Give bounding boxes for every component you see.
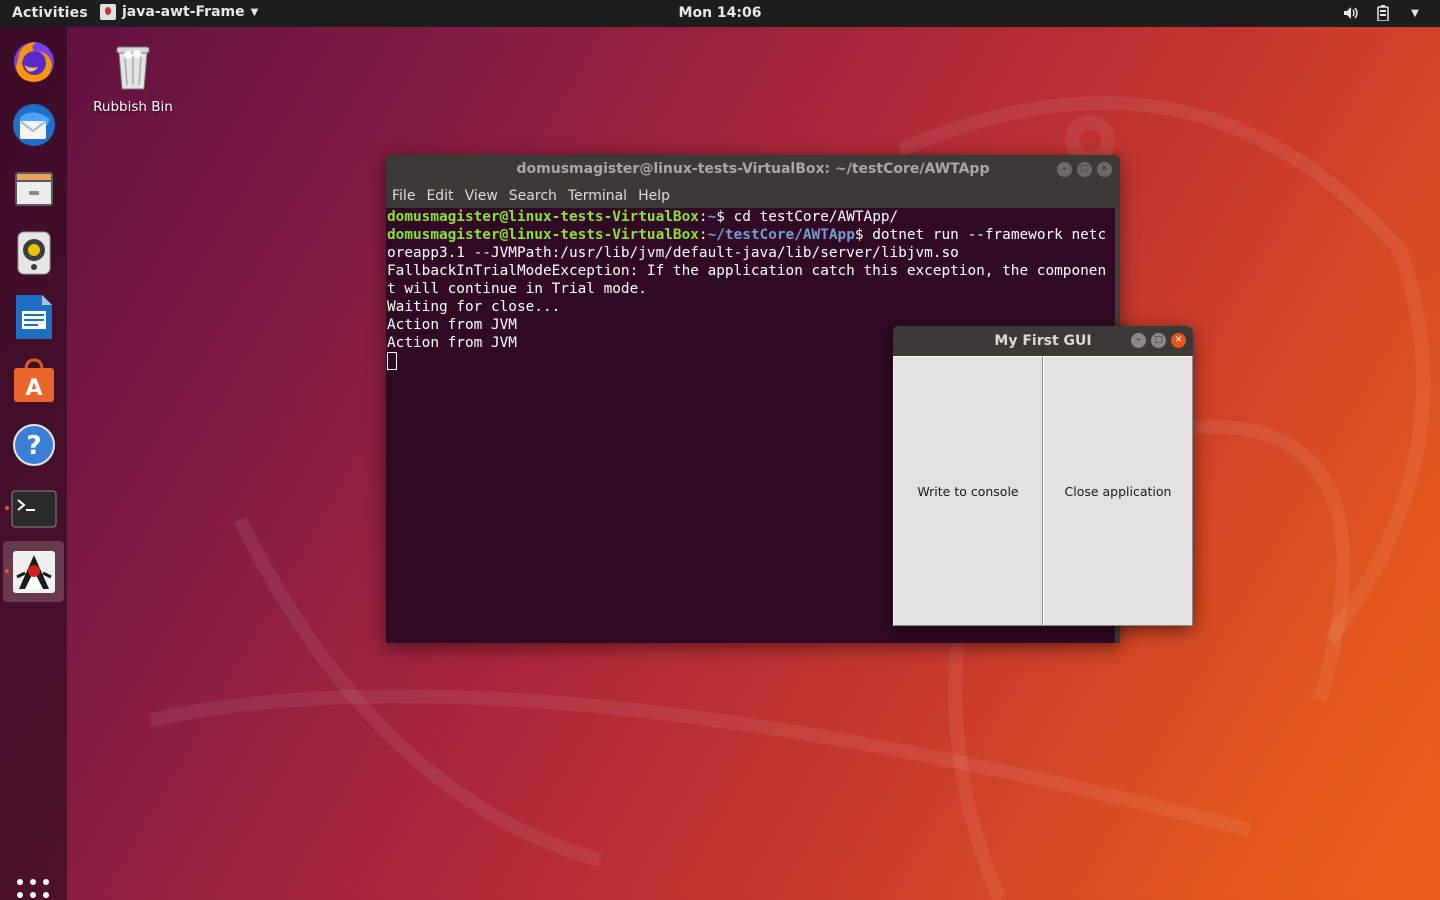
menu-help[interactable]: Help <box>638 188 670 204</box>
desktop-rubbish-bin[interactable]: Rubbish Bin <box>88 45 178 115</box>
software-bag-icon: A <box>13 357 54 402</box>
volume-icon <box>1342 4 1360 22</box>
show-applications-button[interactable] <box>17 879 49 900</box>
awt-content: Write to console Close application <box>893 356 1193 626</box>
maximize-button[interactable]: □ <box>1151 333 1166 348</box>
dock-help[interactable]: ? <box>3 414 64 475</box>
dock-rhythmbox[interactable] <box>3 222 64 283</box>
menu-search[interactable]: Search <box>509 188 557 204</box>
java-duke-icon <box>12 550 55 593</box>
files-icon <box>14 171 53 206</box>
maximize-button[interactable]: □ <box>1077 162 1092 177</box>
terminal-icon <box>11 490 56 527</box>
terminal-line: domusmagister@linux-tests-VirtualBox:~/t… <box>387 227 1107 261</box>
chevron-down-icon: ▼ <box>1411 7 1419 19</box>
dock: A ? <box>0 27 67 900</box>
dock-ubuntu-software[interactable]: A <box>3 350 64 411</box>
rubbish-bin-label: Rubbish Bin <box>93 99 173 115</box>
terminal-line: FallbackInTrialModeException: If the app… <box>387 263 1107 297</box>
dock-terminal[interactable] <box>3 478 64 539</box>
terminal-titlebar[interactable]: domusmagister@linux-tests-VirtualBox: ~/… <box>386 155 1120 184</box>
help-icon: ? <box>12 423 55 466</box>
terminal-cursor <box>387 352 397 370</box>
firefox-icon <box>13 41 54 82</box>
close-button[interactable]: ✕ <box>1097 162 1112 177</box>
minimize-button[interactable]: – <box>1057 162 1072 177</box>
terminal-window-controls: – □ ✕ <box>1057 162 1112 177</box>
svg-text:A: A <box>25 376 42 401</box>
minimize-button[interactable]: – <box>1131 333 1146 348</box>
thunderbird-icon <box>12 103 55 146</box>
dock-firefox[interactable] <box>3 30 64 91</box>
menu-view[interactable]: View <box>465 188 498 204</box>
java-app-icon <box>100 4 116 20</box>
awt-window-title: My First GUI <box>994 333 1092 349</box>
clock[interactable]: Mon 14:06 <box>679 5 762 21</box>
menu-file[interactable]: File <box>392 188 415 204</box>
top-bar: Activities java-awt-Frame ▼ Mon 14:06 ▼ <box>0 0 1440 27</box>
awt-window[interactable]: My First GUI – □ ✕ Write to console Clos… <box>893 326 1193 626</box>
battery-icon <box>1374 4 1392 22</box>
awt-titlebar[interactable]: My First GUI – □ ✕ <box>893 326 1193 356</box>
system-menu[interactable]: ▼ <box>1342 4 1424 22</box>
menu-terminal[interactable]: Terminal <box>568 188 627 204</box>
terminal-line: Waiting for close... <box>387 299 561 315</box>
write-to-console-button[interactable]: Write to console <box>893 356 1043 626</box>
dock-files[interactable] <box>3 158 64 219</box>
activities-button[interactable]: Activities <box>12 5 88 21</box>
app-menu-label: java-awt-Frame <box>122 4 245 20</box>
running-indicator <box>5 506 9 510</box>
app-menu[interactable]: java-awt-Frame ▼ <box>100 4 258 20</box>
menu-edit[interactable]: Edit <box>426 188 453 204</box>
terminal-line: domusmagister@linux-tests-VirtualBox:~$ … <box>387 209 899 225</box>
close-application-button[interactable]: Close application <box>1043 356 1193 626</box>
svg-text:?: ? <box>26 431 41 461</box>
dock-thunderbird[interactable] <box>3 94 64 155</box>
terminal-menubar: File Edit View Search Terminal Help <box>386 184 1120 208</box>
chevron-down-icon: ▼ <box>250 6 259 18</box>
trash-icon <box>116 46 150 90</box>
awt-window-controls: – □ ✕ <box>1131 333 1186 348</box>
dock-java[interactable] <box>3 541 64 602</box>
dock-libreoffice-writer[interactable] <box>3 286 64 347</box>
speaker-icon <box>17 231 50 274</box>
terminal-title: domusmagister@linux-tests-VirtualBox: ~/… <box>516 161 990 177</box>
close-button[interactable]: ✕ <box>1171 333 1186 348</box>
running-indicator <box>5 569 9 573</box>
writer-document-icon <box>15 294 52 339</box>
